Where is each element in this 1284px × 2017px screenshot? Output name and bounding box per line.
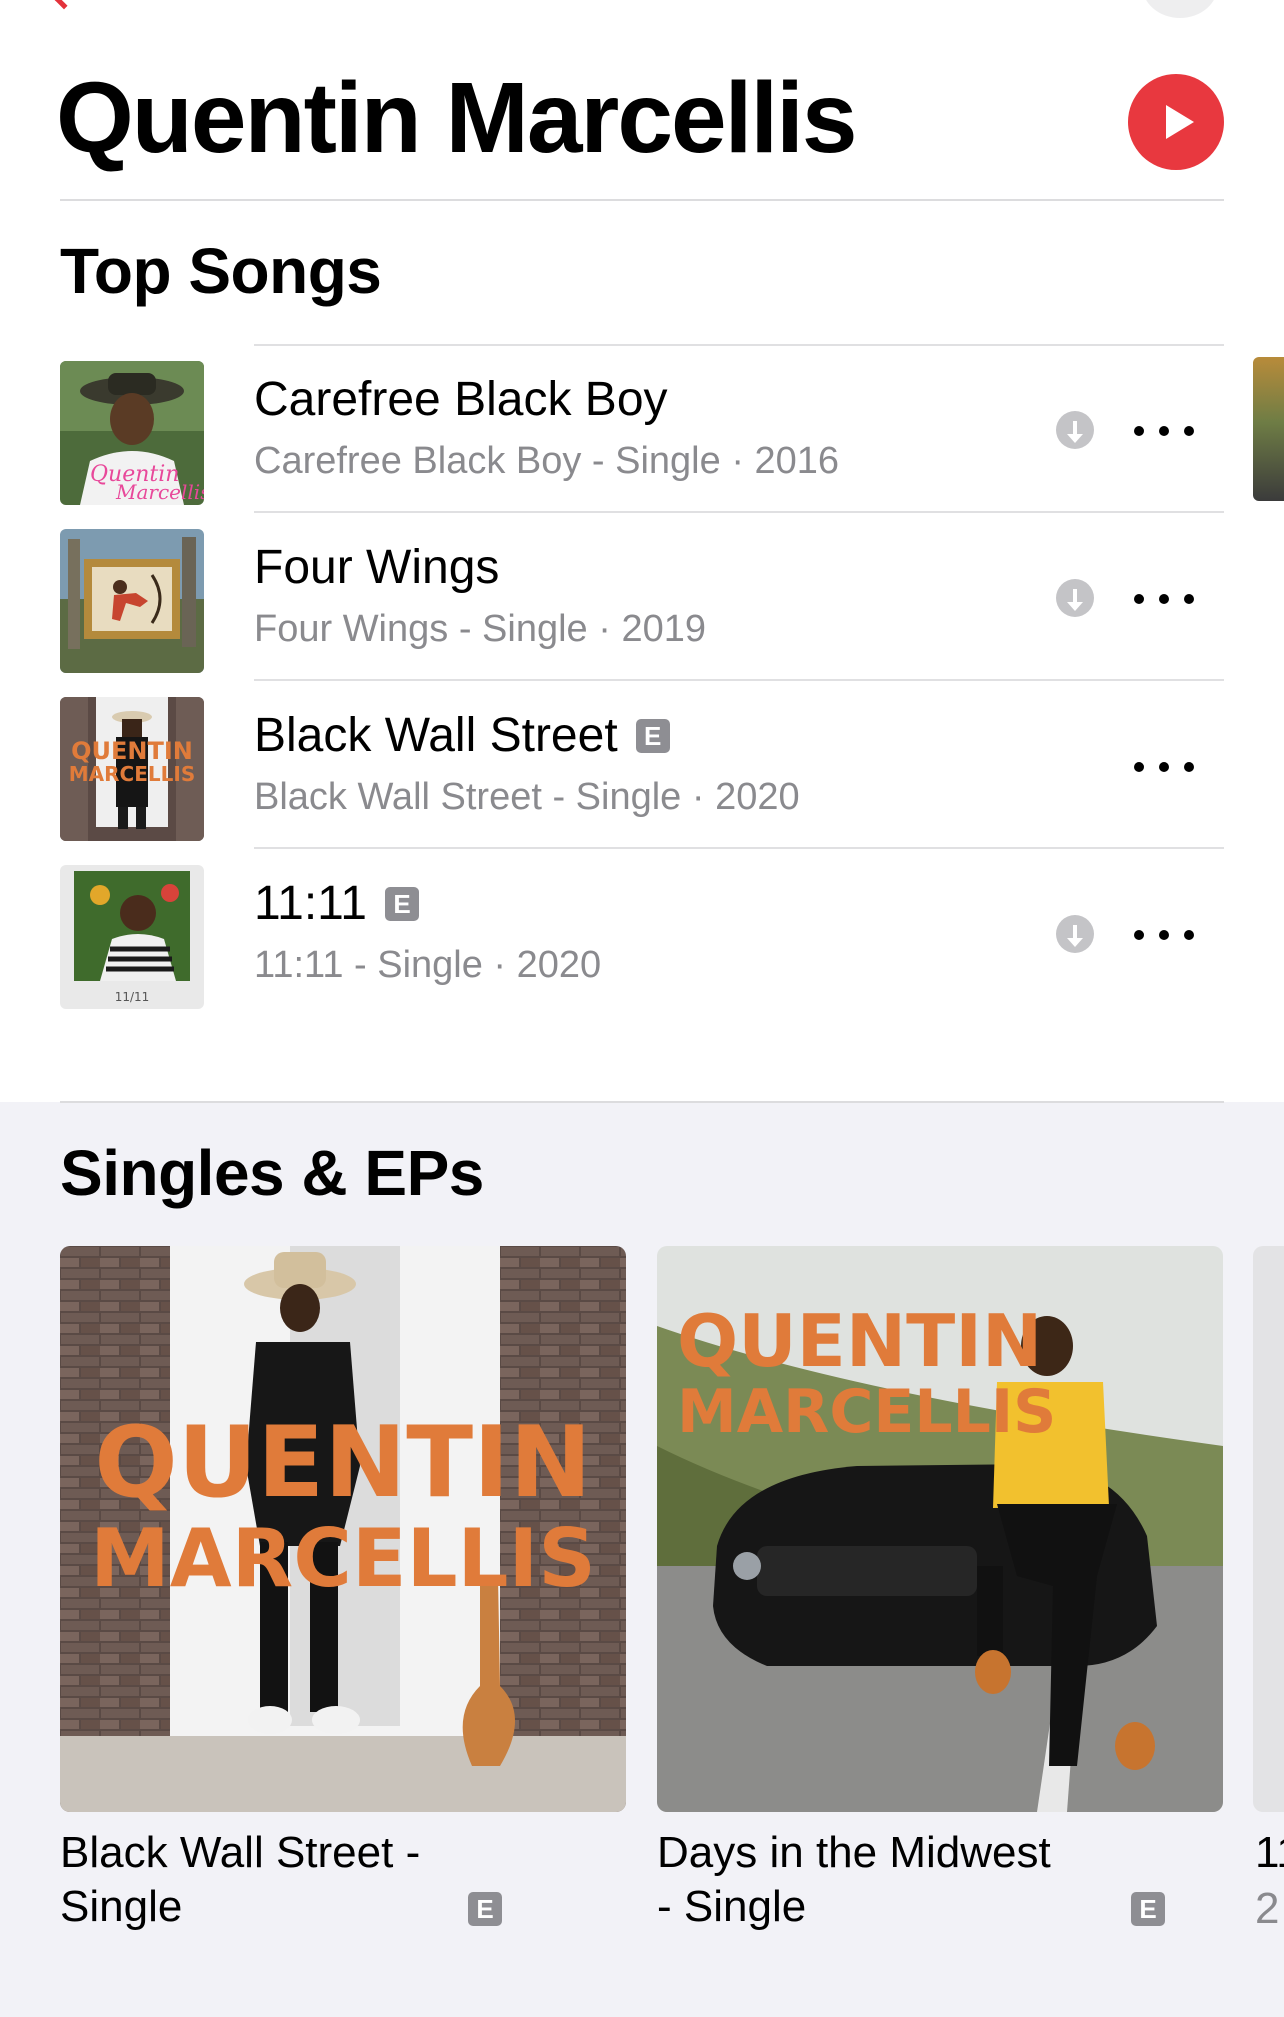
artist-page: Quentin Marcellis Top Songs Quentin Marc…	[0, 0, 1284, 2017]
album-art-black-wall-street: QUENTIN MARCELLIS	[60, 697, 204, 841]
next-column-peek[interactable]	[1253, 357, 1284, 501]
album-art-text: QUENTIN	[677, 1299, 1042, 1383]
download-icon[interactable]	[1056, 411, 1094, 449]
album-art-text: QUENTIN	[71, 737, 193, 765]
song-title: Four Wings	[254, 541, 500, 594]
more-icon[interactable]	[1134, 577, 1194, 621]
album-art-four-wings	[60, 529, 204, 673]
song-row-carefree-black-boy[interactable]: Quentin Marcellis Carefree Black Boy Car…	[60, 345, 1224, 513]
album-art-11-11: 11/11	[60, 865, 204, 1009]
section-divider	[60, 1101, 1224, 1103]
more-icon[interactable]	[1134, 409, 1194, 453]
album-title: Black Wall Street - Single	[60, 1828, 421, 1931]
album-art-days-in-the-midwest: QUENTIN MARCELLIS	[657, 1246, 1223, 1812]
album-art-text: QUENTIN	[94, 1406, 591, 1520]
explicit-badge: E	[385, 887, 419, 921]
artist-name: Quentin Marcellis	[56, 62, 858, 174]
album-card-days-in-the-midwest[interactable]: QUENTIN MARCELLIS Days in the Midwest - …	[657, 1246, 1223, 1931]
album-art-text: MARCELLIS	[677, 1377, 1056, 1447]
next-album-title-peek: 11	[1255, 1828, 1284, 1877]
singles-title[interactable]: Singles & EPs	[60, 1136, 484, 1210]
song-subtitle: 11:11 - Single · 2020	[254, 944, 602, 986]
back-chevron-icon[interactable]	[52, 0, 76, 10]
song-subtitle: Four Wings - Single · 2019	[254, 608, 706, 650]
more-options-button[interactable]	[1142, 0, 1218, 18]
download-icon[interactable]	[1056, 915, 1094, 953]
song-row-four-wings[interactable]: Four Wings Four Wings - Single · 2019	[60, 513, 1224, 681]
more-icon[interactable]	[1134, 745, 1194, 789]
header-divider	[60, 199, 1224, 201]
album-art-text: MARCELLIS	[69, 762, 195, 786]
explicit-badge: E	[1131, 1892, 1165, 1926]
album-card-black-wall-street[interactable]: QUENTIN MARCELLIS Black Wall Street - Si…	[60, 1246, 626, 1931]
play-button[interactable]	[1128, 74, 1224, 170]
album-art-black-wall-street-large: QUENTIN MARCELLIS	[60, 1246, 626, 1812]
song-title: Carefree Black Boy	[254, 373, 668, 426]
album-art-text: MARCELLIS	[90, 1512, 596, 1605]
download-icon[interactable]	[1056, 579, 1094, 617]
svg-text:Marcellis: Marcellis	[115, 480, 204, 504]
explicit-badge: E	[635, 719, 670, 753]
album-art-carefree-black-boy: Quentin Marcellis	[60, 361, 204, 505]
song-title: 11:11 E	[254, 875, 601, 933]
song-row-11-11[interactable]: 11/11 11:11 E 11:11 - Single · 2020	[60, 849, 1224, 1017]
explicit-badge: E	[468, 1892, 502, 1926]
song-row-black-wall-street[interactable]: QUENTIN MARCELLIS Black Wall Street E Bla…	[60, 681, 1224, 849]
album-title: Days in the Midwest - Single	[657, 1828, 1051, 1931]
play-icon	[1166, 105, 1194, 139]
more-icon[interactable]	[1134, 913, 1194, 957]
song-subtitle: Black Wall Street - Single · 2020	[254, 776, 800, 818]
top-songs-title[interactable]: Top Songs	[60, 234, 382, 308]
album-art-caption: 11/11	[115, 990, 150, 1004]
next-album-subtitle-peek: 2	[1255, 1884, 1280, 1933]
next-album-peek[interactable]	[1253, 1246, 1284, 1812]
song-subtitle: Carefree Black Boy - Single · 2016	[254, 440, 840, 482]
song-title: Black Wall Street E	[254, 707, 800, 765]
